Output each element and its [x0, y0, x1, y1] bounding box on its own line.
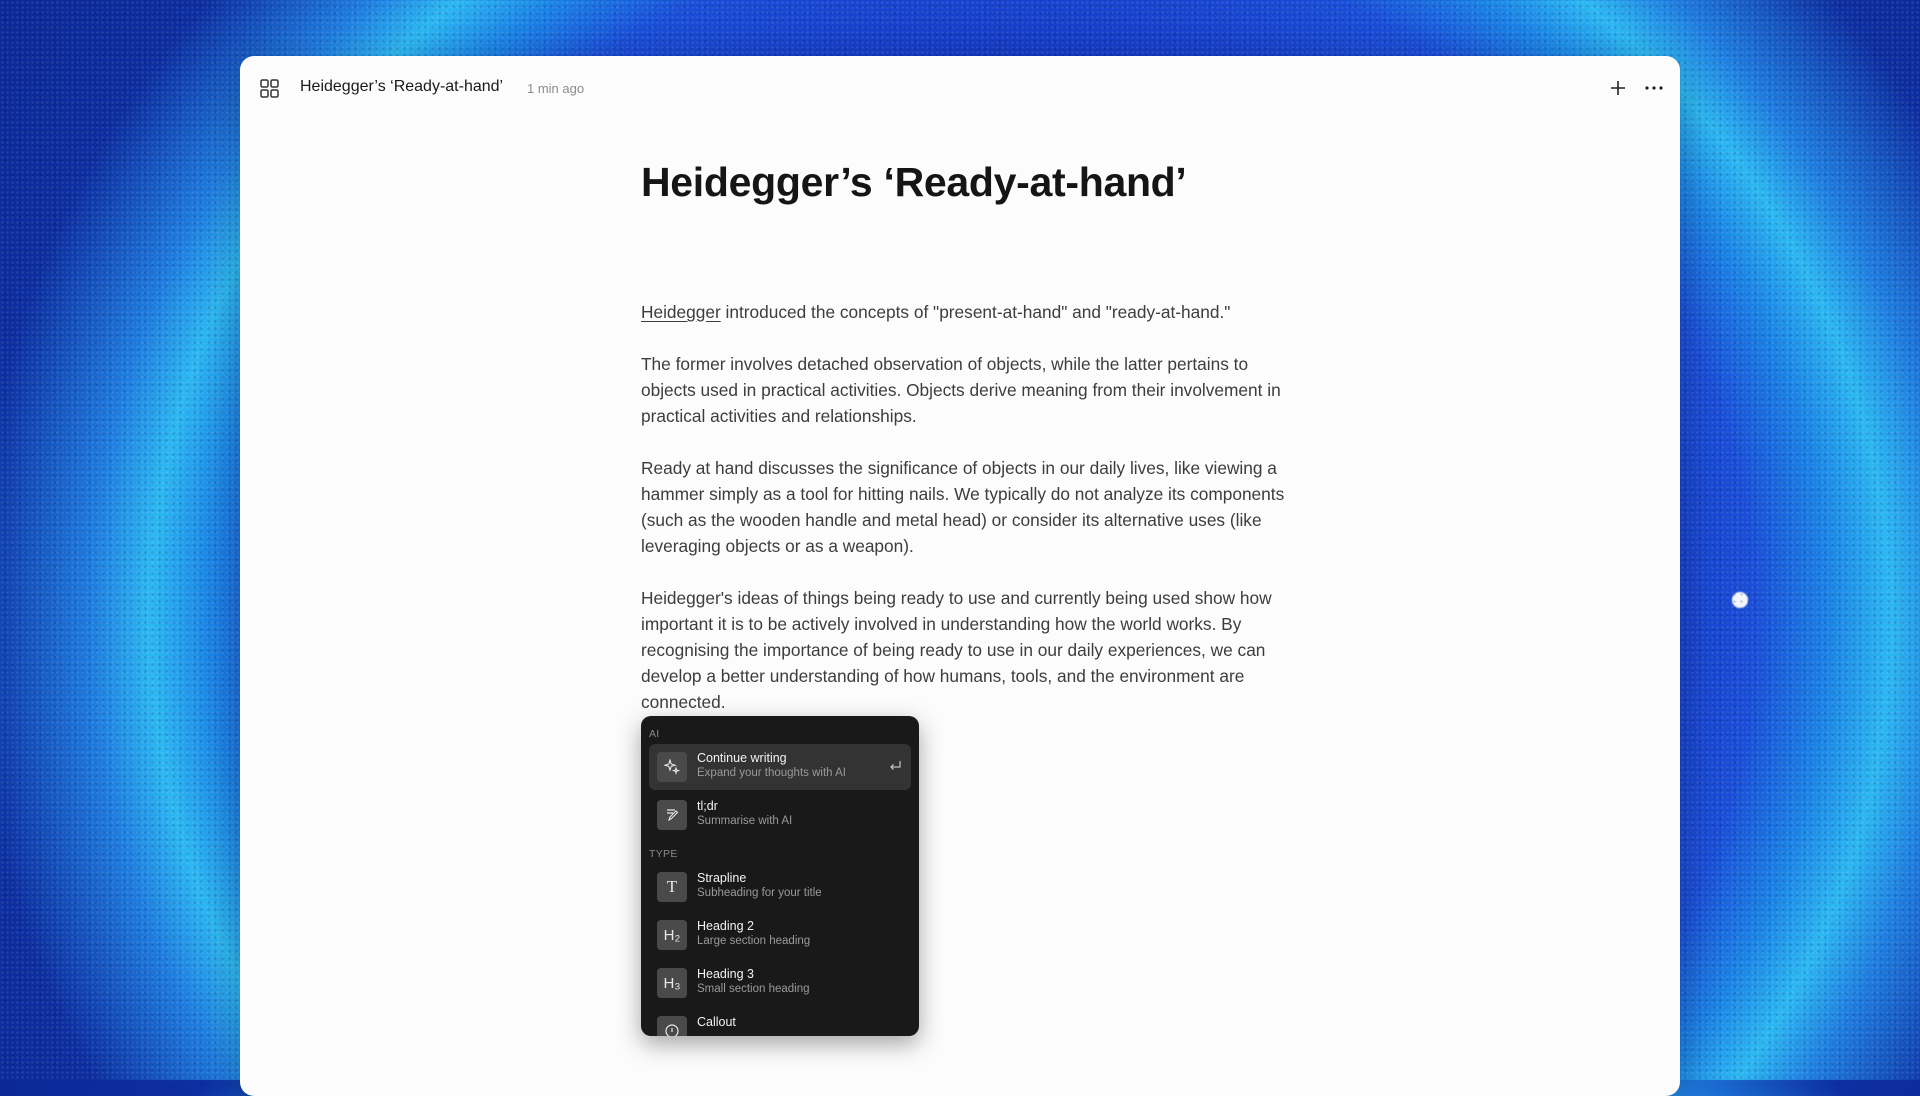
paragraph-2[interactable]: The former involves detached observation…: [641, 351, 1301, 429]
last-edited-timestamp: 1 min ago: [527, 81, 585, 96]
menu-item-strapline[interactable]: T Strapline Subheading for your title: [649, 864, 911, 910]
callout-icon: [657, 1016, 687, 1036]
doc-title[interactable]: Heidegger’s ‘Ready-at-hand’: [300, 78, 503, 96]
heading-2-icon: H₂: [657, 920, 687, 950]
menu-item-desc: Summarise with AI: [697, 815, 793, 827]
menu-item-heading-2[interactable]: H₂ Heading 2 Large section heading: [649, 912, 911, 958]
menu-item-tldr[interactable]: tl;dr Summarise with AI: [649, 792, 911, 838]
menu-item-desc: Small section heading: [697, 983, 810, 995]
text-t-icon: T: [657, 872, 687, 902]
editor-window: Heidegger’s ‘Ready-at-hand’ 1 min ago He…: [240, 56, 1680, 1096]
paragraph-1-text: introduced the concepts of "present-at-h…: [720, 302, 1231, 322]
menu-item-callout[interactable]: Callout: [649, 1008, 911, 1036]
menu-item-title: Heading 2: [697, 919, 754, 933]
summarise-icon: [657, 800, 687, 830]
document-title[interactable]: Heidegger’s ‘Ready-at-hand’: [641, 158, 1301, 207]
enter-key-icon: [890, 761, 901, 770]
more-icon[interactable]: [1644, 78, 1664, 98]
heidegger-link[interactable]: Heidegger: [641, 302, 721, 322]
menu-item-title: Callout: [697, 1015, 736, 1029]
menu-item-desc: Large section heading: [697, 935, 811, 947]
paragraph-3[interactable]: Ready at hand discusses the significance…: [641, 455, 1301, 559]
plus-icon[interactable]: [1608, 78, 1628, 98]
paragraph-4[interactable]: Heidegger's ideas of things being ready …: [641, 585, 1301, 715]
grid-icon[interactable]: [260, 79, 279, 98]
section-label-type: TYPE: [649, 848, 678, 860]
paragraph-1[interactable]: Heidegger introduced the concepts of "pr…: [641, 299, 1301, 325]
sparkle-icon: [657, 752, 687, 782]
menu-item-title: Heading 3: [697, 967, 754, 981]
section-label-ai: AI: [649, 728, 660, 740]
top-bar: Heidegger’s ‘Ready-at-hand’ 1 min ago: [240, 56, 1680, 120]
menu-item-desc: Subheading for your title: [697, 887, 822, 899]
heading-3-icon: H₃: [657, 968, 687, 998]
menu-item-heading-3[interactable]: H₃ Heading 3 Small section heading: [649, 960, 911, 1006]
menu-item-desc: Expand your thoughts with AI: [697, 767, 846, 779]
slash-command-menu: AI Continue writing Expand your thoughts…: [641, 716, 919, 1036]
menu-item-continue-writing[interactable]: Continue writing Expand your thoughts wi…: [649, 744, 911, 790]
document-body[interactable]: Heidegger’s ‘Ready-at-hand’ Heidegger in…: [641, 158, 1301, 760]
menu-item-title: Strapline: [697, 871, 747, 885]
menu-item-title: tl;dr: [697, 799, 718, 813]
menu-item-title: Continue writing: [697, 751, 787, 765]
